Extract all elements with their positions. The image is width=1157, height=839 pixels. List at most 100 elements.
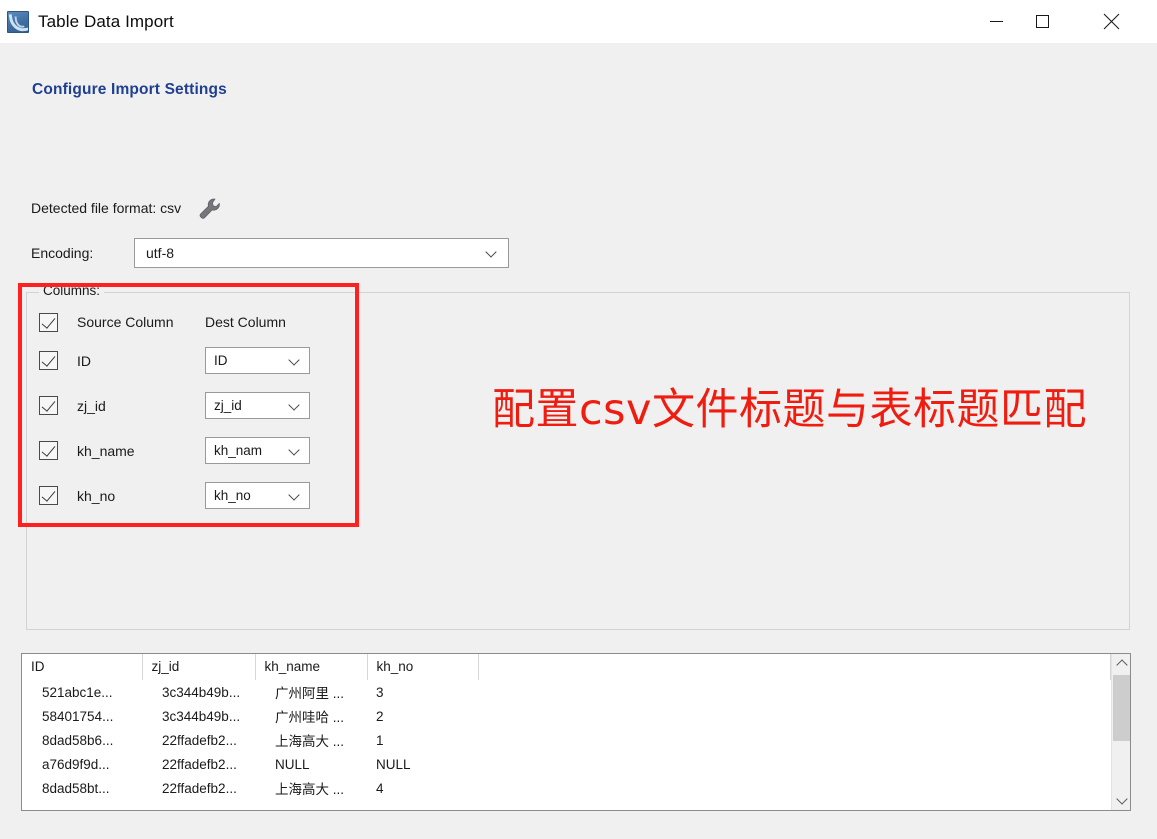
cell-zj-id: 3c344b49b... xyxy=(162,684,241,700)
preview-table: ID zj_id kh_name kh_no 521abc1e... 3c344… xyxy=(22,654,1111,800)
cell-extra xyxy=(478,704,1111,728)
cell-id: 521abc1e... xyxy=(42,684,113,700)
preview-vertical-scrollbar[interactable] xyxy=(1111,654,1130,810)
cell-id: 58401754... xyxy=(42,708,114,724)
window-title-bar: Table Data Import xyxy=(0,0,1157,43)
cell-zj-id: 22ffadefb2... xyxy=(162,780,237,796)
column-mapping-row: kh_no kh_no xyxy=(39,473,325,518)
maximize-icon xyxy=(1035,15,1049,28)
chevron-down-icon xyxy=(289,490,300,501)
preview-col-header[interactable] xyxy=(478,654,1111,680)
cell-kh-name: 广州哇哈 ... xyxy=(275,710,345,725)
column-checkbox-cell[interactable] xyxy=(39,396,77,415)
cell-zj-id: 22ffadefb2... xyxy=(162,756,237,772)
cell-id: a76d9f9d... xyxy=(42,756,110,772)
encoding-select[interactable]: utf-8 xyxy=(134,238,509,268)
source-column-name: kh_no xyxy=(77,487,116,504)
dest-column-value: zj_id xyxy=(214,398,242,413)
preview-col-header[interactable]: kh_name xyxy=(255,654,368,680)
encoding-label: Encoding: xyxy=(31,245,94,261)
dest-column-select[interactable]: ID xyxy=(205,347,310,374)
source-column-header: Source Column xyxy=(77,314,174,330)
column-checkbox-cell[interactable] xyxy=(39,441,77,460)
minimize-button[interactable] xyxy=(973,0,1019,43)
dest-column-value: kh_nam xyxy=(214,443,263,458)
data-preview-grid[interactable]: ID zj_id kh_name kh_no 521abc1e... 3c344… xyxy=(21,653,1131,811)
cell-kh-no: 3 xyxy=(376,684,384,700)
cell-id: 8dad58bt... xyxy=(42,780,110,796)
cell-kh-name: NULL xyxy=(275,756,310,772)
column-checkbox-cell[interactable] xyxy=(39,351,77,370)
columns-header-row: Source Column Dest Column xyxy=(39,306,325,338)
chevron-down-icon xyxy=(486,247,497,258)
dest-column-select[interactable]: kh_nam xyxy=(205,437,310,464)
close-button[interactable] xyxy=(1088,0,1134,43)
cell-kh-name: 上海高大 ... xyxy=(275,782,345,797)
select-all-checkbox[interactable] xyxy=(39,312,58,332)
dest-column-value: kh_no xyxy=(214,488,251,503)
scroll-down-button[interactable] xyxy=(1112,791,1130,810)
column-checkbox[interactable] xyxy=(39,486,58,505)
cell-extra xyxy=(478,728,1111,752)
encoding-row: Encoding: utf-8 xyxy=(31,238,509,268)
dest-column-header: Dest Column xyxy=(205,314,286,330)
source-column-name: kh_name xyxy=(77,442,135,459)
cell-kh-name: 广州阿里 ... xyxy=(275,686,345,701)
scrollbar-thumb[interactable] xyxy=(1113,675,1130,741)
table-row[interactable]: 58401754... 3c344b49b... 广州哇哈 ... 2 xyxy=(22,704,1111,728)
source-column-name: ID xyxy=(77,352,91,369)
data-preview-inner: ID zj_id kh_name kh_no 521abc1e... 3c344… xyxy=(22,654,1111,810)
wrench-icon[interactable] xyxy=(197,196,223,220)
cell-kh-no: 4 xyxy=(376,780,384,796)
cell-extra xyxy=(478,680,1111,704)
columns-group-box: Columns: Source Column Dest Column ID ID xyxy=(26,283,1130,630)
cell-zj-id: 22ffadefb2... xyxy=(162,732,237,748)
annotation-text: 配置csv文件标题与表标题匹配 xyxy=(492,385,1087,435)
dialog-client-area: Configure Import Settings Detected file … xyxy=(0,43,1157,839)
dest-column-value: ID xyxy=(214,353,228,368)
scroll-down-arrow-icon xyxy=(1115,793,1128,805)
chevron-down-icon xyxy=(289,355,300,366)
encoding-value: utf-8 xyxy=(146,245,175,261)
column-mapping-row: kh_name kh_nam xyxy=(39,428,325,473)
scroll-up-arrow-icon xyxy=(1115,659,1128,671)
close-icon xyxy=(1103,13,1119,30)
cell-kh-name: 上海高大 ... xyxy=(275,734,345,749)
detected-format-row: Detected file format: csv xyxy=(31,196,223,220)
table-row[interactable]: 521abc1e... 3c344b49b... 广州阿里 ... 3 xyxy=(22,680,1111,704)
preview-col-header[interactable]: kh_no xyxy=(367,654,479,680)
dest-column-cell: ID xyxy=(205,347,325,374)
columns-legend: Columns: xyxy=(39,283,105,298)
column-checkbox[interactable] xyxy=(39,351,58,370)
dest-column-cell: zj_id xyxy=(205,392,325,419)
columns-mapping-table: Source Column Dest Column ID ID zj_id zj… xyxy=(39,306,325,518)
preview-header-row: ID zj_id kh_name kh_no xyxy=(22,654,1111,680)
column-checkbox[interactable] xyxy=(39,396,58,415)
preview-col-header[interactable]: ID xyxy=(22,654,143,680)
dest-column-select[interactable]: kh_no xyxy=(205,482,310,509)
select-all-checkbox-cell[interactable] xyxy=(39,312,77,332)
column-checkbox[interactable] xyxy=(39,441,58,460)
table-row[interactable]: 8dad58bt... 22ffadefb2... 上海高大 ... 4 xyxy=(22,776,1111,800)
column-checkbox-cell[interactable] xyxy=(39,486,77,505)
dest-column-select[interactable]: zj_id xyxy=(205,392,310,419)
cell-extra xyxy=(478,776,1111,800)
source-column-name: zj_id xyxy=(77,397,106,414)
mysql-workbench-icon xyxy=(7,10,29,33)
dest-column-cell: kh_no xyxy=(205,482,325,509)
table-row[interactable]: 8dad58b6... 22ffadefb2... 上海高大 ... 1 xyxy=(22,728,1111,752)
cell-zj-id: 3c344b49b... xyxy=(162,708,241,724)
cell-kh-no: 2 xyxy=(376,708,384,724)
cell-extra xyxy=(478,752,1111,776)
maximize-button[interactable] xyxy=(1019,0,1065,43)
page-title: Configure Import Settings xyxy=(32,81,227,98)
window-title: Table Data Import xyxy=(38,11,174,31)
preview-col-header[interactable]: zj_id xyxy=(142,654,256,680)
table-row[interactable]: a76d9f9d... 22ffadefb2... NULL NULL xyxy=(22,752,1111,776)
chevron-down-icon xyxy=(289,445,300,456)
scroll-up-button[interactable] xyxy=(1112,654,1130,673)
cell-kh-no: 1 xyxy=(376,732,384,748)
cell-kh-no: NULL xyxy=(376,756,411,772)
chevron-down-icon xyxy=(289,400,300,411)
column-mapping-row: zj_id zj_id xyxy=(39,383,325,428)
